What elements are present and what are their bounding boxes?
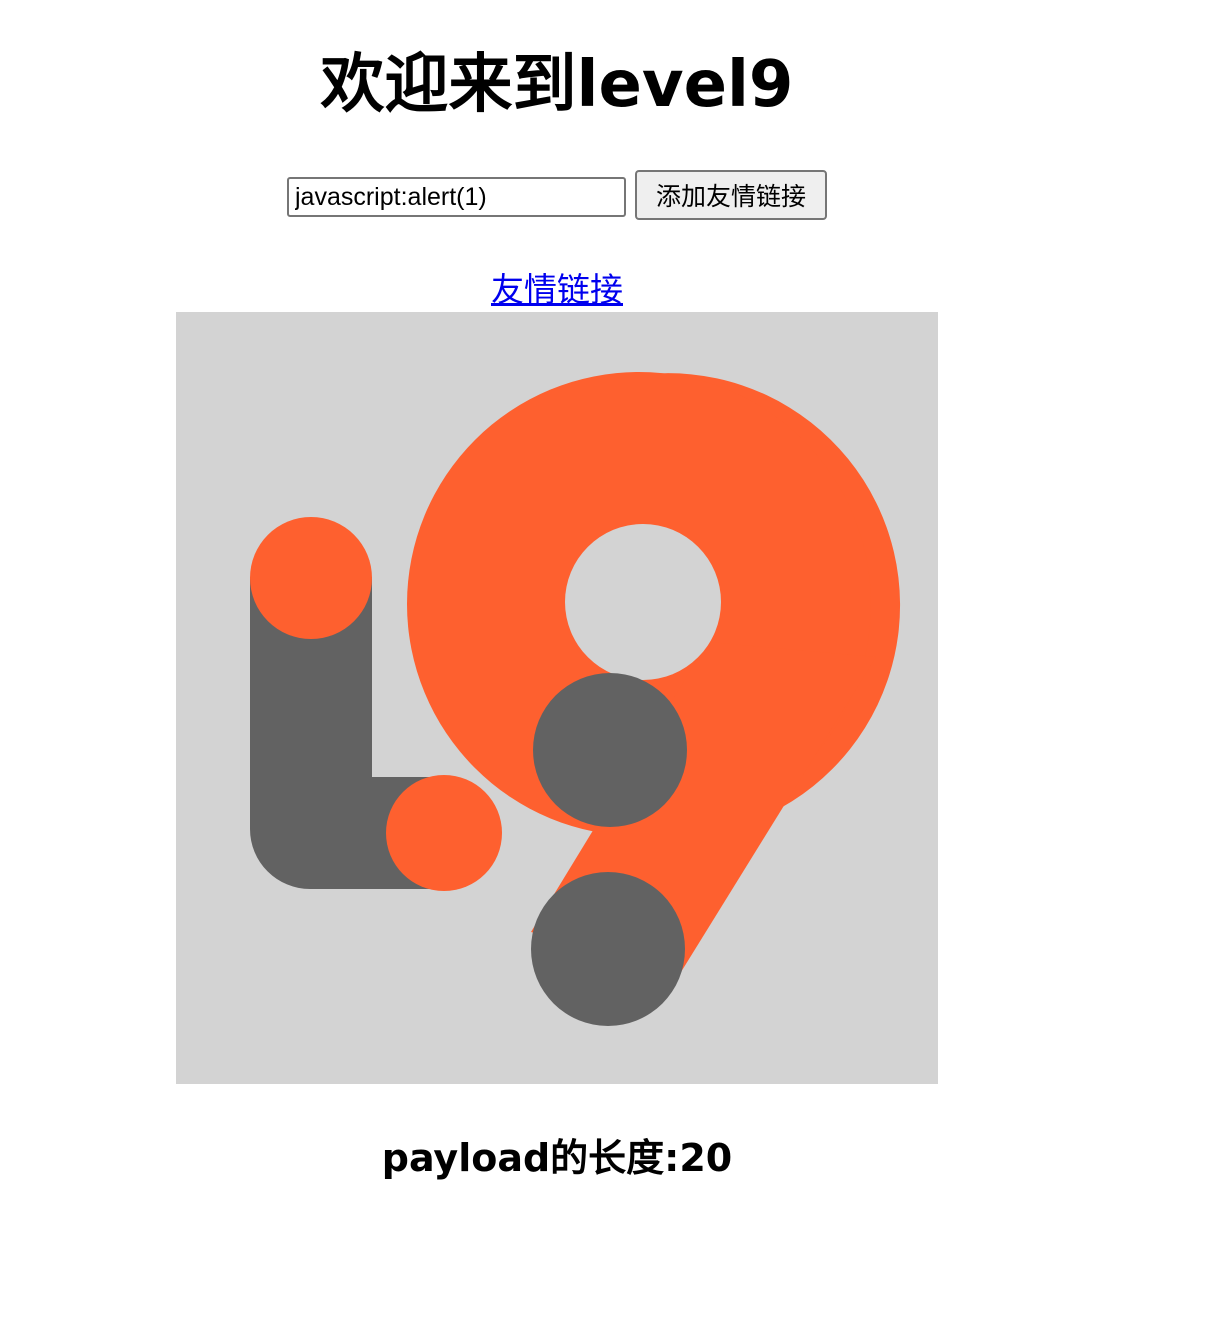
add-friend-link-button[interactable]: 添加友情链接 <box>635 170 827 220</box>
logo-nine-bottom-dot <box>531 872 685 1026</box>
page-title: 欢迎来到level9 <box>320 48 794 122</box>
keyword-input[interactable] <box>287 177 626 217</box>
logo-l-bottom-dot <box>386 775 502 891</box>
logo-nine-middle-dot <box>533 673 687 827</box>
friend-link-row: 友情链接 <box>0 268 1114 312</box>
friend-link[interactable]: 友情链接 <box>491 270 623 309</box>
payload-length-label: payload的长度:20 <box>381 1136 733 1180</box>
logo-l-top-dot <box>250 517 372 639</box>
logo-nine-hole <box>565 524 721 680</box>
level9-logo-image <box>176 312 938 1084</box>
